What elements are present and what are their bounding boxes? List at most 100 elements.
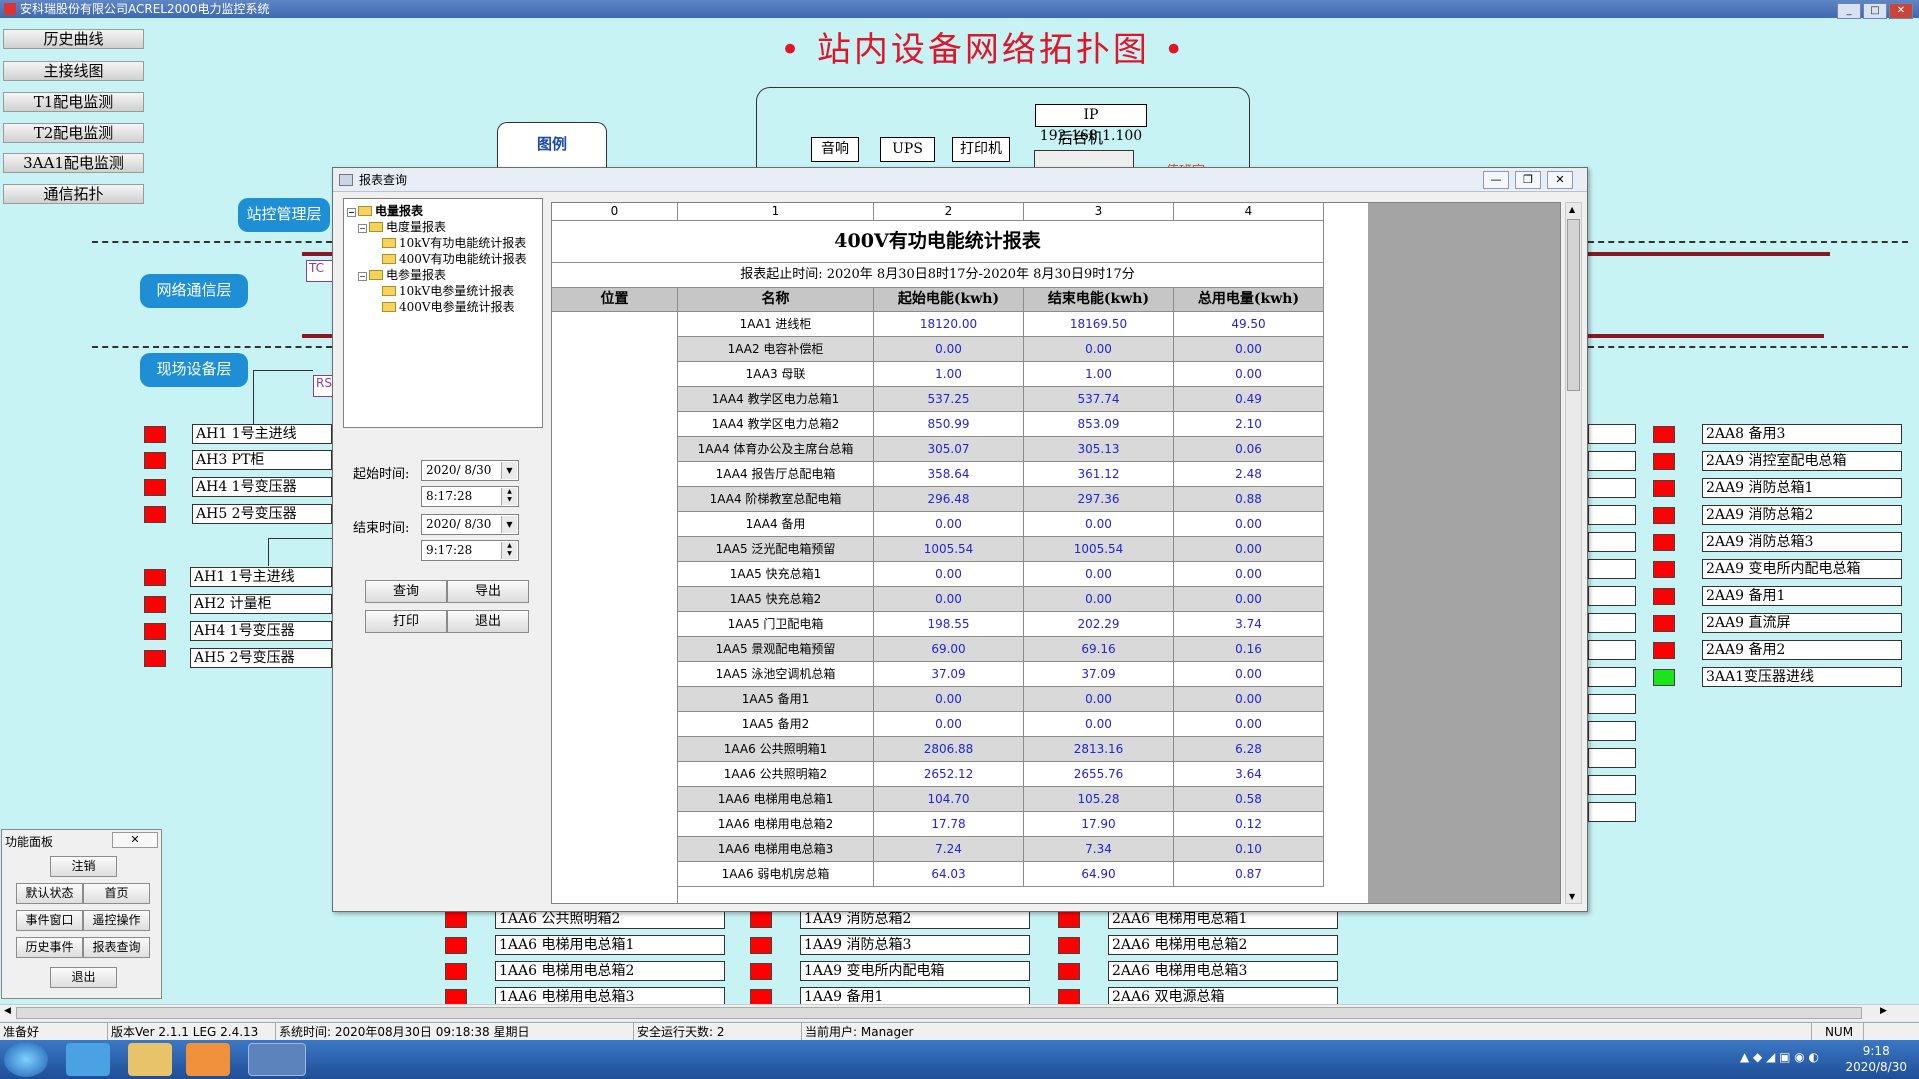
- table-cell[interactable]: 2813.16: [1024, 737, 1174, 762]
- table-cell[interactable]: 1AA5 门卫配电箱: [678, 612, 874, 637]
- function-button[interactable]: 历史事件: [16, 937, 83, 958]
- column-index-header[interactable]: 3: [1024, 203, 1174, 221]
- export-button[interactable]: 导出: [447, 580, 529, 603]
- table-cell[interactable]: 1AA1 进线柜: [678, 312, 874, 337]
- table-cell[interactable]: 1AA5 备用2: [678, 712, 874, 737]
- device-label[interactable]: AH2 计量柜: [190, 594, 332, 614]
- start-button[interactable]: [4, 1042, 48, 1077]
- table-cell[interactable]: 1005.54: [874, 537, 1024, 562]
- function-button[interactable]: 遥控操作: [83, 910, 150, 931]
- device-label[interactable]: 1AA6 电梯用电总箱2: [495, 961, 725, 981]
- table-cell[interactable]: 2806.88: [874, 737, 1024, 762]
- table-cell[interactable]: 1AA4 备用: [678, 512, 874, 537]
- table-cell[interactable]: 1AA6 电梯用电总箱1: [678, 787, 874, 812]
- dialog-minimize-button[interactable]: —: [1483, 171, 1509, 189]
- table-cell[interactable]: 0.00: [874, 587, 1024, 612]
- scroll-down-icon[interactable]: ▼: [1569, 892, 1575, 901]
- scroll-left-icon[interactable]: ◀: [4, 1006, 11, 1016]
- table-cell[interactable]: 0.49: [1174, 387, 1324, 412]
- table-cell[interactable]: 0.00: [874, 687, 1024, 712]
- table-cell[interactable]: 0.00: [1174, 687, 1324, 712]
- report-tree[interactable]: − 电量报表 − 电度量报表 10kV有功电能统计报表 400V有功电能统计报表 −…: [343, 198, 543, 428]
- table-cell[interactable]: 64.90: [1024, 862, 1174, 887]
- tree-item-400v-energy[interactable]: 400V有功电能统计报表: [382, 250, 527, 267]
- table-cell[interactable]: 17.78: [874, 812, 1024, 837]
- clock[interactable]: 9:18 2020/8/30: [1845, 1043, 1907, 1075]
- table-cell[interactable]: 1AA5 快充总箱2: [678, 587, 874, 612]
- dialog-close-button[interactable]: ✕: [1547, 171, 1573, 189]
- scroll-up-icon[interactable]: ▲: [1569, 205, 1575, 214]
- table-cell[interactable]: 296.48: [874, 487, 1024, 512]
- field-layer-button[interactable]: 现场设备层: [140, 353, 248, 387]
- table-cell[interactable]: 297.36: [1024, 487, 1174, 512]
- table-cell[interactable]: 1AA4 报告厅总配电箱: [678, 462, 874, 487]
- nav-button[interactable]: T2配电监测: [3, 123, 144, 143]
- table-cell[interactable]: 6.28: [1174, 737, 1324, 762]
- function-button[interactable]: 首页: [83, 883, 150, 904]
- device-label[interactable]: 2AA9 消防总箱2: [1702, 505, 1902, 525]
- table-cell[interactable]: 0.87: [1174, 862, 1324, 887]
- device-label[interactable]: 2AA9 消防总箱1: [1702, 478, 1902, 498]
- table-cell[interactable]: 49.50: [1174, 312, 1324, 337]
- table-cell[interactable]: 1AA6 弱电机房总箱: [678, 862, 874, 887]
- tree-group-params[interactable]: − 电参量报表: [358, 266, 446, 283]
- tree-group-energy[interactable]: − 电度量报表: [358, 218, 446, 235]
- query-button[interactable]: 查询: [365, 580, 447, 603]
- table-cell[interactable]: 1AA5 泛光配电箱预留: [678, 537, 874, 562]
- table-cell[interactable]: 105.28: [1024, 787, 1174, 812]
- collapse-icon[interactable]: −: [358, 272, 367, 281]
- device-label[interactable]: AH4 1号变压器: [192, 477, 332, 497]
- spinner-icon[interactable]: ▲ ▼: [501, 488, 517, 505]
- close-icon[interactable]: ✕: [112, 832, 158, 848]
- end-time-spinner[interactable]: 9:17:28 ▲ ▼: [421, 540, 519, 561]
- device-label[interactable]: 2AA9 消控室配电总箱: [1702, 451, 1902, 471]
- device-label[interactable]: 3AA1变压器进线: [1702, 667, 1902, 687]
- chevron-down-icon[interactable]: ▼: [501, 516, 517, 533]
- table-cell[interactable]: 0.00: [1024, 337, 1174, 362]
- device-label[interactable]: 1AA9 消防总箱2: [800, 909, 1030, 929]
- device-label[interactable]: AH4 1号变压器: [190, 621, 332, 641]
- table-cell[interactable]: 1AA3 母联: [678, 362, 874, 387]
- acrel-app-taskbar-icon[interactable]: [248, 1043, 306, 1076]
- table-cell[interactable]: 2652.12: [874, 762, 1024, 787]
- table-cell[interactable]: 202.29: [1024, 612, 1174, 637]
- table-cell[interactable]: 1AA4 阶梯教室总配电箱: [678, 487, 874, 512]
- maximize-button[interactable]: □: [1863, 3, 1887, 19]
- table-cell[interactable]: 64.03: [874, 862, 1024, 887]
- table-cell[interactable]: 0.06: [1174, 437, 1324, 462]
- table-cell[interactable]: 1AA6 公共照明箱1: [678, 737, 874, 762]
- table-cell[interactable]: 37.09: [874, 662, 1024, 687]
- table-cell[interactable]: 1.00: [874, 362, 1024, 387]
- table-cell[interactable]: 1AA6 电梯用电总箱2: [678, 812, 874, 837]
- table-cell[interactable]: 0.00: [1174, 362, 1324, 387]
- table-cell[interactable]: 198.55: [874, 612, 1024, 637]
- table-cell[interactable]: 1AA5 快充总箱1: [678, 562, 874, 587]
- table-cell[interactable]: 0.00: [874, 512, 1024, 537]
- file-explorer-icon[interactable]: [128, 1043, 172, 1076]
- device-label[interactable]: AH1 1号主进线: [192, 424, 332, 444]
- table-cell[interactable]: 0.10: [1174, 837, 1324, 862]
- device-label[interactable]: 2AA6 电梯用电总箱3: [1108, 961, 1338, 981]
- table-cell[interactable]: 1AA5 景观配电箱预留: [678, 637, 874, 662]
- device-label[interactable]: 2AA6 电梯用电总箱1: [1108, 909, 1338, 929]
- device-label[interactable]: AH1 1号主进线: [190, 567, 332, 587]
- start-time-spinner[interactable]: 8:17:28 ▲ ▼: [421, 486, 519, 507]
- device-label[interactable]: 2AA9 备用1: [1702, 586, 1902, 606]
- table-cell[interactable]: 0.00: [874, 562, 1024, 587]
- table-cell[interactable]: 0.00: [1174, 337, 1324, 362]
- tree-item-400v-params[interactable]: 400V电参量统计报表: [382, 298, 515, 315]
- table-cell[interactable]: 69.00: [874, 637, 1024, 662]
- table-cell[interactable]: 0.00: [1174, 562, 1324, 587]
- device-label[interactable]: AH3 PT柜: [192, 450, 332, 470]
- table-cell[interactable]: 1AA2 电容补偿柜: [678, 337, 874, 362]
- nav-button[interactable]: 主接线图: [3, 61, 144, 81]
- table-cell[interactable]: 1AA5 泳池空调机总箱: [678, 662, 874, 687]
- table-cell[interactable]: 0.88: [1174, 487, 1324, 512]
- scrollbar-thumb[interactable]: [1567, 219, 1580, 391]
- table-cell[interactable]: 7.24: [874, 837, 1024, 862]
- table-cell[interactable]: 850.99: [874, 412, 1024, 437]
- network-layer-button[interactable]: 网络通信层: [140, 274, 248, 308]
- table-cell[interactable]: 0.00: [1024, 687, 1174, 712]
- column-header[interactable]: 位置: [552, 288, 678, 312]
- table-cell[interactable]: 0.00: [1174, 537, 1324, 562]
